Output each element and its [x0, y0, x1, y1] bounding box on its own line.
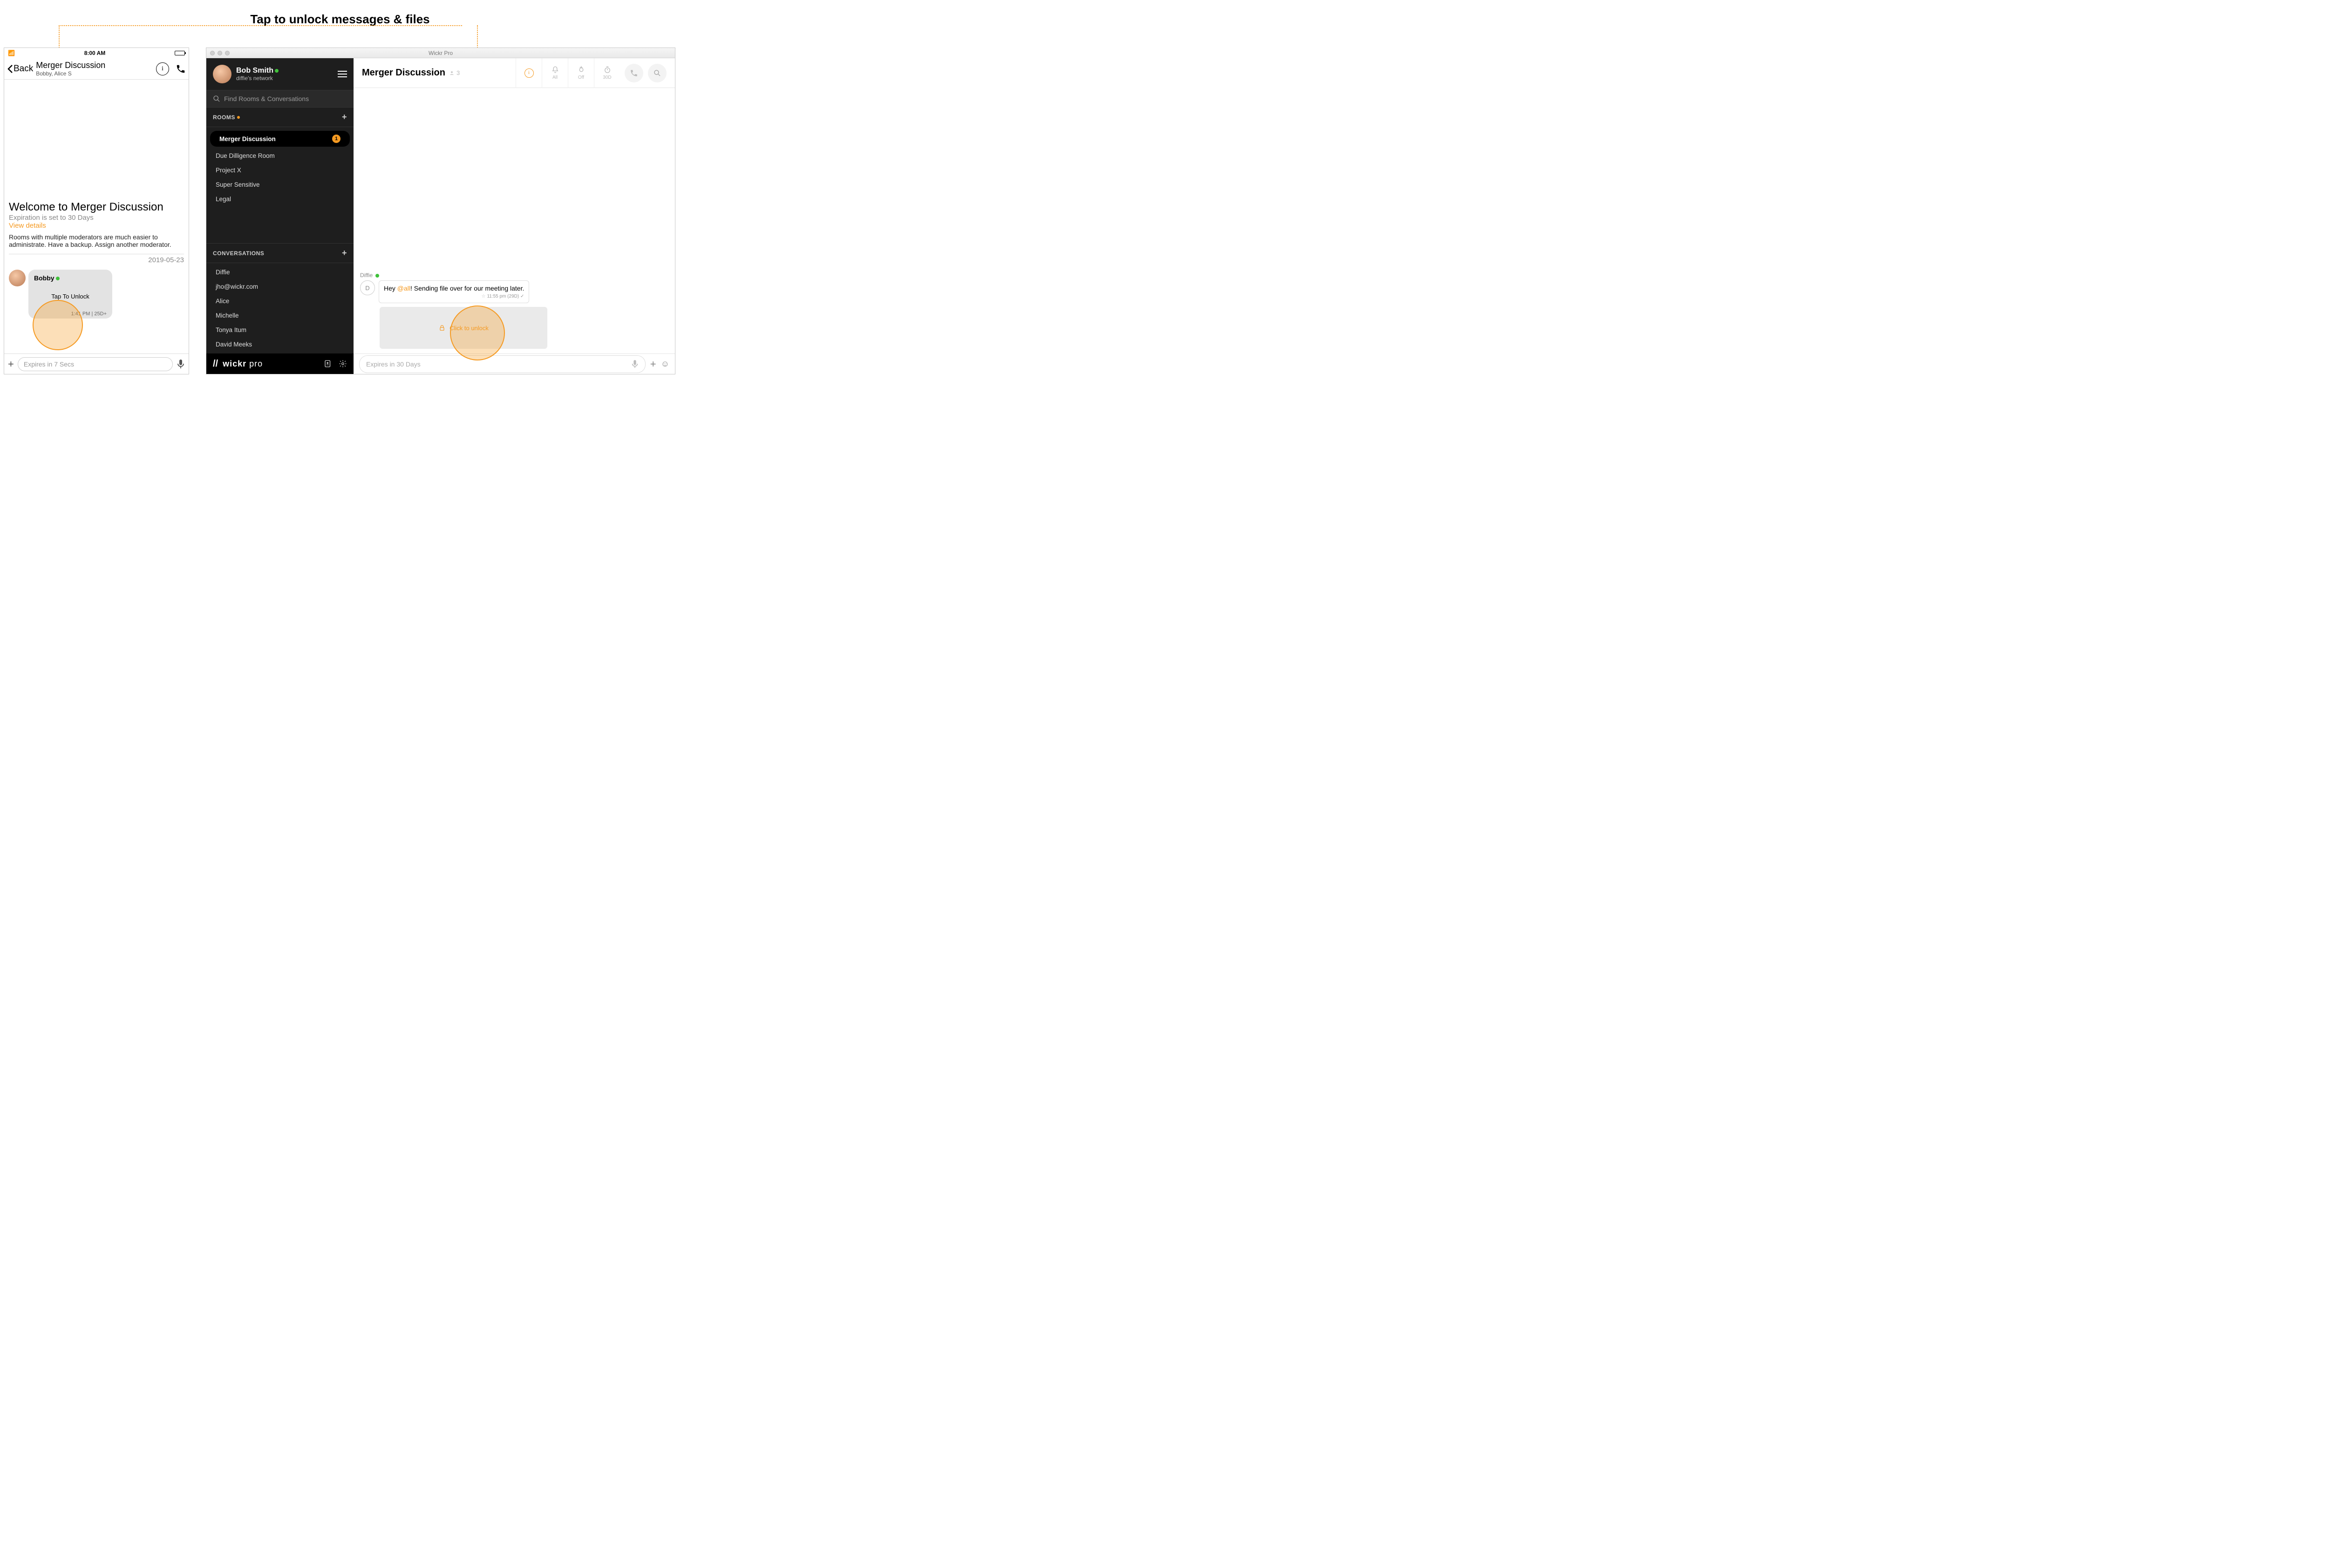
info-button[interactable]: i	[516, 58, 542, 88]
conversation-item[interactable]: Tonya Itum	[206, 323, 354, 337]
view-details-link[interactable]: View details	[9, 222, 184, 230]
conversation-item[interactable]: jho@wickr.com	[206, 279, 354, 294]
user-name: Bob Smith	[236, 67, 273, 75]
lock-icon	[438, 324, 446, 332]
star-icon[interactable]: ☆	[481, 294, 485, 299]
connector	[59, 25, 462, 26]
rooms-header: ROOMS +	[206, 108, 354, 127]
unread-badge: 1	[332, 135, 340, 143]
back-button[interactable]: Back	[7, 64, 33, 74]
attach-button[interactable]: +	[650, 358, 656, 370]
compose-bar: + Expires in 7 Secs	[4, 353, 189, 374]
info-button[interactable]: i	[156, 62, 169, 75]
rooms-list: Merger Discussion1 Due Dilligence Room P…	[206, 127, 354, 208]
burn-button[interactable]: Off	[568, 58, 594, 88]
call-button[interactable]	[176, 64, 186, 74]
online-dot-icon	[275, 69, 279, 73]
compose-bar: Expires in 30 Days + ☺	[354, 353, 675, 374]
search-button[interactable]	[648, 64, 667, 82]
room-item[interactable]: Merger Discussion1	[210, 131, 350, 147]
chat-title: Merger Discussion	[36, 61, 153, 70]
room-item[interactable]: Legal	[206, 192, 354, 206]
add-room-button[interactable]: +	[342, 112, 347, 122]
status-bar: 📶 8:00 AM	[4, 48, 189, 58]
page-title: Tap to unlock messages & files	[4, 12, 676, 27]
sender-name: Bobby	[34, 274, 54, 282]
message-bubble: Hey @all! Sending file over for our meet…	[379, 280, 529, 303]
brand-text: wickr pro	[223, 359, 263, 369]
avatar	[9, 270, 26, 286]
chat-panel: Merger Discussion 3 i All Off	[354, 58, 675, 374]
fire-icon	[577, 66, 586, 74]
emoji-button[interactable]: ☺	[661, 359, 669, 369]
notifications-button[interactable]: All	[542, 58, 568, 88]
settings-icon[interactable]	[339, 360, 347, 368]
conversations-list: Diffie jho@wickr.com Alice Michelle Tony…	[206, 263, 354, 353]
room-item[interactable]: Due Dilligence Room	[206, 149, 354, 163]
battery-icon	[175, 51, 185, 55]
add-conversation-button[interactable]: +	[342, 248, 347, 258]
avatar	[213, 65, 232, 83]
expiration-button[interactable]: 30D	[594, 58, 620, 88]
chevron-left-icon	[7, 64, 14, 74]
locked-message[interactable]: Bobby Tap To Unlock 1:41 PM | 25D+	[28, 270, 112, 319]
mention[interactable]: @all	[397, 285, 410, 292]
chat-subtitle: Bobby, Alice S	[36, 70, 153, 77]
signal-icon: 📶	[8, 50, 15, 56]
chat-header: Merger Discussion 3 i All Off	[354, 58, 675, 88]
sidebar: Bob Smith diffie's network Find Rooms & …	[206, 58, 354, 374]
online-dot-icon	[56, 277, 60, 280]
menu-button[interactable]	[338, 69, 347, 79]
search-input[interactable]: Find Rooms & Conversations	[206, 90, 354, 108]
tap-to-unlock[interactable]: Tap To Unlock	[34, 282, 107, 311]
user-network: diffie's network	[236, 75, 279, 81]
timer-icon	[603, 66, 612, 74]
mobile-header: Back Merger Discussion Bobby, Alice S i	[4, 58, 189, 80]
member-count[interactable]: 3	[449, 69, 460, 76]
conversation-item[interactable]: Michelle	[206, 308, 354, 323]
welcome-heading: Welcome to Merger Discussion	[9, 201, 184, 214]
chat-title: Merger Discussion	[362, 68, 445, 78]
person-icon	[449, 70, 455, 76]
logo-icon: //	[213, 359, 218, 369]
room-item[interactable]: Super Sensitive	[206, 177, 354, 192]
conversations-header: CONVERSATIONS +	[206, 243, 354, 263]
mobile-frame: 📶 8:00 AM Back Merger Discussion Bobby, …	[4, 48, 189, 374]
window-title: Wickr Pro	[206, 50, 675, 56]
locked-attachment[interactable]: Click to unlock	[380, 307, 547, 349]
conversation-item[interactable]: David Meeks	[206, 337, 354, 352]
sidebar-footer: // wickr pro	[206, 353, 354, 374]
add-button[interactable]: +	[8, 358, 14, 370]
mic-icon[interactable]	[631, 360, 639, 369]
compose-input[interactable]: Expires in 7 Secs	[18, 357, 173, 371]
window-titlebar: Wickr Pro	[206, 48, 675, 58]
contacts-icon[interactable]	[324, 360, 332, 368]
dot-icon	[237, 116, 240, 119]
room-item[interactable]: Project X	[206, 163, 354, 177]
conversation-item[interactable]: Alice	[206, 294, 354, 308]
clock: 8:00 AM	[84, 50, 106, 56]
moderator-tip: Rooms with multiple moderators are much …	[9, 233, 184, 248]
date-separator: 2019-05-23	[9, 254, 184, 264]
sender-name: Diffie	[360, 272, 373, 278]
compose-input[interactable]: Expires in 30 Days	[359, 355, 646, 373]
online-dot-icon	[375, 274, 379, 278]
desktop-frame: Wickr Pro Bob Smith diffie's network Fin…	[206, 48, 675, 374]
message-meta: ☆11:55 pm (29D) ✓	[384, 294, 524, 299]
current-user[interactable]: Bob Smith diffie's network	[206, 58, 354, 90]
message-meta: 1:41 PM | 25D+	[34, 311, 107, 317]
call-button[interactable]	[625, 64, 643, 82]
expiration-text: Expiration is set to 30 Days	[9, 214, 184, 222]
search-icon	[213, 95, 220, 102]
mic-icon[interactable]	[177, 359, 185, 369]
conversation-item[interactable]: Diffie	[206, 265, 354, 279]
check-icon: ✓	[520, 294, 524, 299]
bell-icon	[551, 66, 559, 74]
avatar: D	[360, 280, 375, 295]
